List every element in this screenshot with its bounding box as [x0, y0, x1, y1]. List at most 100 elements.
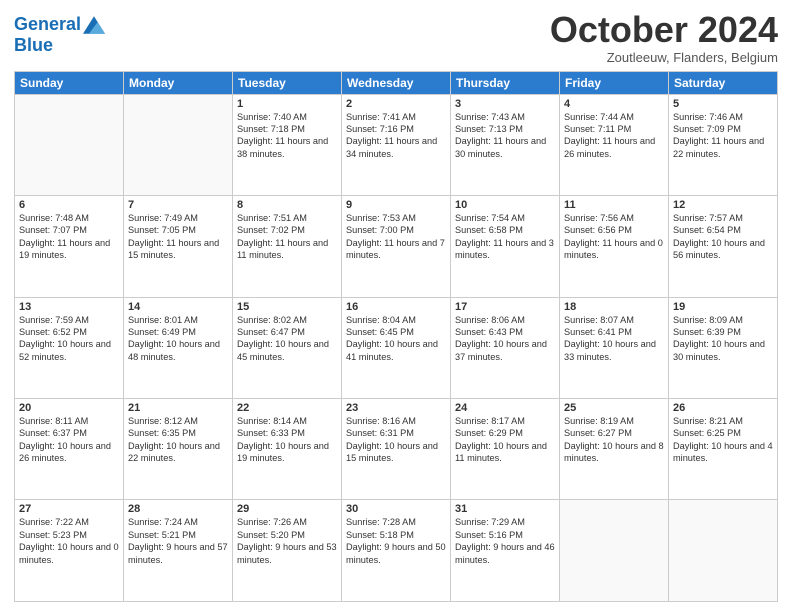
- table-row: 19Sunrise: 8:09 AM Sunset: 6:39 PM Dayli…: [669, 297, 778, 398]
- day-info: Sunrise: 7:46 AM Sunset: 7:09 PM Dayligh…: [673, 111, 773, 161]
- table-row: 10Sunrise: 7:54 AM Sunset: 6:58 PM Dayli…: [451, 196, 560, 297]
- table-row: [124, 94, 233, 195]
- table-row: 16Sunrise: 8:04 AM Sunset: 6:45 PM Dayli…: [342, 297, 451, 398]
- table-row: 21Sunrise: 8:12 AM Sunset: 6:35 PM Dayli…: [124, 399, 233, 500]
- calendar-week-row: 20Sunrise: 8:11 AM Sunset: 6:37 PM Dayli…: [15, 399, 778, 500]
- col-thursday: Thursday: [451, 71, 560, 94]
- day-number: 13: [19, 301, 119, 313]
- day-number: 8: [237, 199, 337, 211]
- month-title: October 2024: [550, 10, 778, 50]
- calendar-week-row: 6Sunrise: 7:48 AM Sunset: 7:07 PM Daylig…: [15, 196, 778, 297]
- table-row: 17Sunrise: 8:06 AM Sunset: 6:43 PM Dayli…: [451, 297, 560, 398]
- table-row: 24Sunrise: 8:17 AM Sunset: 6:29 PM Dayli…: [451, 399, 560, 500]
- table-row: 13Sunrise: 7:59 AM Sunset: 6:52 PM Dayli…: [15, 297, 124, 398]
- calendar-table: Sunday Monday Tuesday Wednesday Thursday…: [14, 71, 778, 602]
- table-row: 9Sunrise: 7:53 AM Sunset: 7:00 PM Daylig…: [342, 196, 451, 297]
- table-row: 8Sunrise: 7:51 AM Sunset: 7:02 PM Daylig…: [233, 196, 342, 297]
- table-row: 23Sunrise: 8:16 AM Sunset: 6:31 PM Dayli…: [342, 399, 451, 500]
- table-row: 26Sunrise: 8:21 AM Sunset: 6:25 PM Dayli…: [669, 399, 778, 500]
- table-row: [560, 500, 669, 602]
- table-row: 25Sunrise: 8:19 AM Sunset: 6:27 PM Dayli…: [560, 399, 669, 500]
- day-info: Sunrise: 8:19 AM Sunset: 6:27 PM Dayligh…: [564, 415, 664, 465]
- logo: General Blue: [14, 14, 105, 56]
- day-number: 12: [673, 199, 773, 211]
- day-number: 10: [455, 199, 555, 211]
- col-wednesday: Wednesday: [342, 71, 451, 94]
- day-number: 9: [346, 199, 446, 211]
- day-number: 22: [237, 402, 337, 414]
- day-info: Sunrise: 7:54 AM Sunset: 6:58 PM Dayligh…: [455, 212, 555, 262]
- day-info: Sunrise: 7:41 AM Sunset: 7:16 PM Dayligh…: [346, 111, 446, 161]
- day-info: Sunrise: 7:48 AM Sunset: 7:07 PM Dayligh…: [19, 212, 119, 262]
- subtitle: Zoutleeuw, Flanders, Belgium: [550, 50, 778, 65]
- day-info: Sunrise: 8:07 AM Sunset: 6:41 PM Dayligh…: [564, 314, 664, 364]
- table-row: 29Sunrise: 7:26 AM Sunset: 5:20 PM Dayli…: [233, 500, 342, 602]
- col-sunday: Sunday: [15, 71, 124, 94]
- day-info: Sunrise: 8:16 AM Sunset: 6:31 PM Dayligh…: [346, 415, 446, 465]
- table-row: 27Sunrise: 7:22 AM Sunset: 5:23 PM Dayli…: [15, 500, 124, 602]
- day-info: Sunrise: 7:49 AM Sunset: 7:05 PM Dayligh…: [128, 212, 228, 262]
- day-number: 14: [128, 301, 228, 313]
- day-info: Sunrise: 7:26 AM Sunset: 5:20 PM Dayligh…: [237, 516, 337, 566]
- day-info: Sunrise: 7:56 AM Sunset: 6:56 PM Dayligh…: [564, 212, 664, 262]
- day-number: 27: [19, 503, 119, 515]
- table-row: 3Sunrise: 7:43 AM Sunset: 7:13 PM Daylig…: [451, 94, 560, 195]
- day-info: Sunrise: 8:11 AM Sunset: 6:37 PM Dayligh…: [19, 415, 119, 465]
- day-number: 4: [564, 98, 664, 110]
- table-row: 31Sunrise: 7:29 AM Sunset: 5:16 PM Dayli…: [451, 500, 560, 602]
- calendar-week-row: 1Sunrise: 7:40 AM Sunset: 7:18 PM Daylig…: [15, 94, 778, 195]
- day-info: Sunrise: 8:04 AM Sunset: 6:45 PM Dayligh…: [346, 314, 446, 364]
- day-number: 25: [564, 402, 664, 414]
- table-row: 15Sunrise: 8:02 AM Sunset: 6:47 PM Dayli…: [233, 297, 342, 398]
- day-info: Sunrise: 7:51 AM Sunset: 7:02 PM Dayligh…: [237, 212, 337, 262]
- day-info: Sunrise: 7:59 AM Sunset: 6:52 PM Dayligh…: [19, 314, 119, 364]
- col-tuesday: Tuesday: [233, 71, 342, 94]
- day-number: 19: [673, 301, 773, 313]
- day-info: Sunrise: 7:53 AM Sunset: 7:00 PM Dayligh…: [346, 212, 446, 262]
- day-info: Sunrise: 8:17 AM Sunset: 6:29 PM Dayligh…: [455, 415, 555, 465]
- day-number: 2: [346, 98, 446, 110]
- day-info: Sunrise: 7:29 AM Sunset: 5:16 PM Dayligh…: [455, 516, 555, 566]
- day-number: 16: [346, 301, 446, 313]
- logo-text-general: General: [14, 15, 81, 35]
- day-number: 15: [237, 301, 337, 313]
- day-number: 31: [455, 503, 555, 515]
- day-info: Sunrise: 7:44 AM Sunset: 7:11 PM Dayligh…: [564, 111, 664, 161]
- day-number: 6: [19, 199, 119, 211]
- day-info: Sunrise: 7:40 AM Sunset: 7:18 PM Dayligh…: [237, 111, 337, 161]
- table-row: 5Sunrise: 7:46 AM Sunset: 7:09 PM Daylig…: [669, 94, 778, 195]
- day-info: Sunrise: 8:09 AM Sunset: 6:39 PM Dayligh…: [673, 314, 773, 364]
- table-row: 20Sunrise: 8:11 AM Sunset: 6:37 PM Dayli…: [15, 399, 124, 500]
- table-row: 14Sunrise: 8:01 AM Sunset: 6:49 PM Dayli…: [124, 297, 233, 398]
- logo-icon: [83, 14, 105, 36]
- day-number: 5: [673, 98, 773, 110]
- day-info: Sunrise: 8:01 AM Sunset: 6:49 PM Dayligh…: [128, 314, 228, 364]
- table-row: 6Sunrise: 7:48 AM Sunset: 7:07 PM Daylig…: [15, 196, 124, 297]
- logo-text-blue: Blue: [14, 36, 105, 56]
- day-info: Sunrise: 7:57 AM Sunset: 6:54 PM Dayligh…: [673, 212, 773, 262]
- day-number: 20: [19, 402, 119, 414]
- col-saturday: Saturday: [669, 71, 778, 94]
- day-info: Sunrise: 7:22 AM Sunset: 5:23 PM Dayligh…: [19, 516, 119, 566]
- day-number: 17: [455, 301, 555, 313]
- table-row: [669, 500, 778, 602]
- table-row: 7Sunrise: 7:49 AM Sunset: 7:05 PM Daylig…: [124, 196, 233, 297]
- day-info: Sunrise: 8:21 AM Sunset: 6:25 PM Dayligh…: [673, 415, 773, 465]
- table-row: 4Sunrise: 7:44 AM Sunset: 7:11 PM Daylig…: [560, 94, 669, 195]
- day-number: 30: [346, 503, 446, 515]
- calendar-week-row: 13Sunrise: 7:59 AM Sunset: 6:52 PM Dayli…: [15, 297, 778, 398]
- col-friday: Friday: [560, 71, 669, 94]
- table-row: 28Sunrise: 7:24 AM Sunset: 5:21 PM Dayli…: [124, 500, 233, 602]
- day-number: 7: [128, 199, 228, 211]
- day-number: 1: [237, 98, 337, 110]
- table-row: 12Sunrise: 7:57 AM Sunset: 6:54 PM Dayli…: [669, 196, 778, 297]
- day-number: 23: [346, 402, 446, 414]
- day-info: Sunrise: 8:02 AM Sunset: 6:47 PM Dayligh…: [237, 314, 337, 364]
- day-number: 29: [237, 503, 337, 515]
- col-monday: Monday: [124, 71, 233, 94]
- page: General Blue October 2024 Zoutleeuw, Fla…: [0, 0, 792, 612]
- day-number: 3: [455, 98, 555, 110]
- day-number: 24: [455, 402, 555, 414]
- day-info: Sunrise: 8:12 AM Sunset: 6:35 PM Dayligh…: [128, 415, 228, 465]
- day-info: Sunrise: 8:06 AM Sunset: 6:43 PM Dayligh…: [455, 314, 555, 364]
